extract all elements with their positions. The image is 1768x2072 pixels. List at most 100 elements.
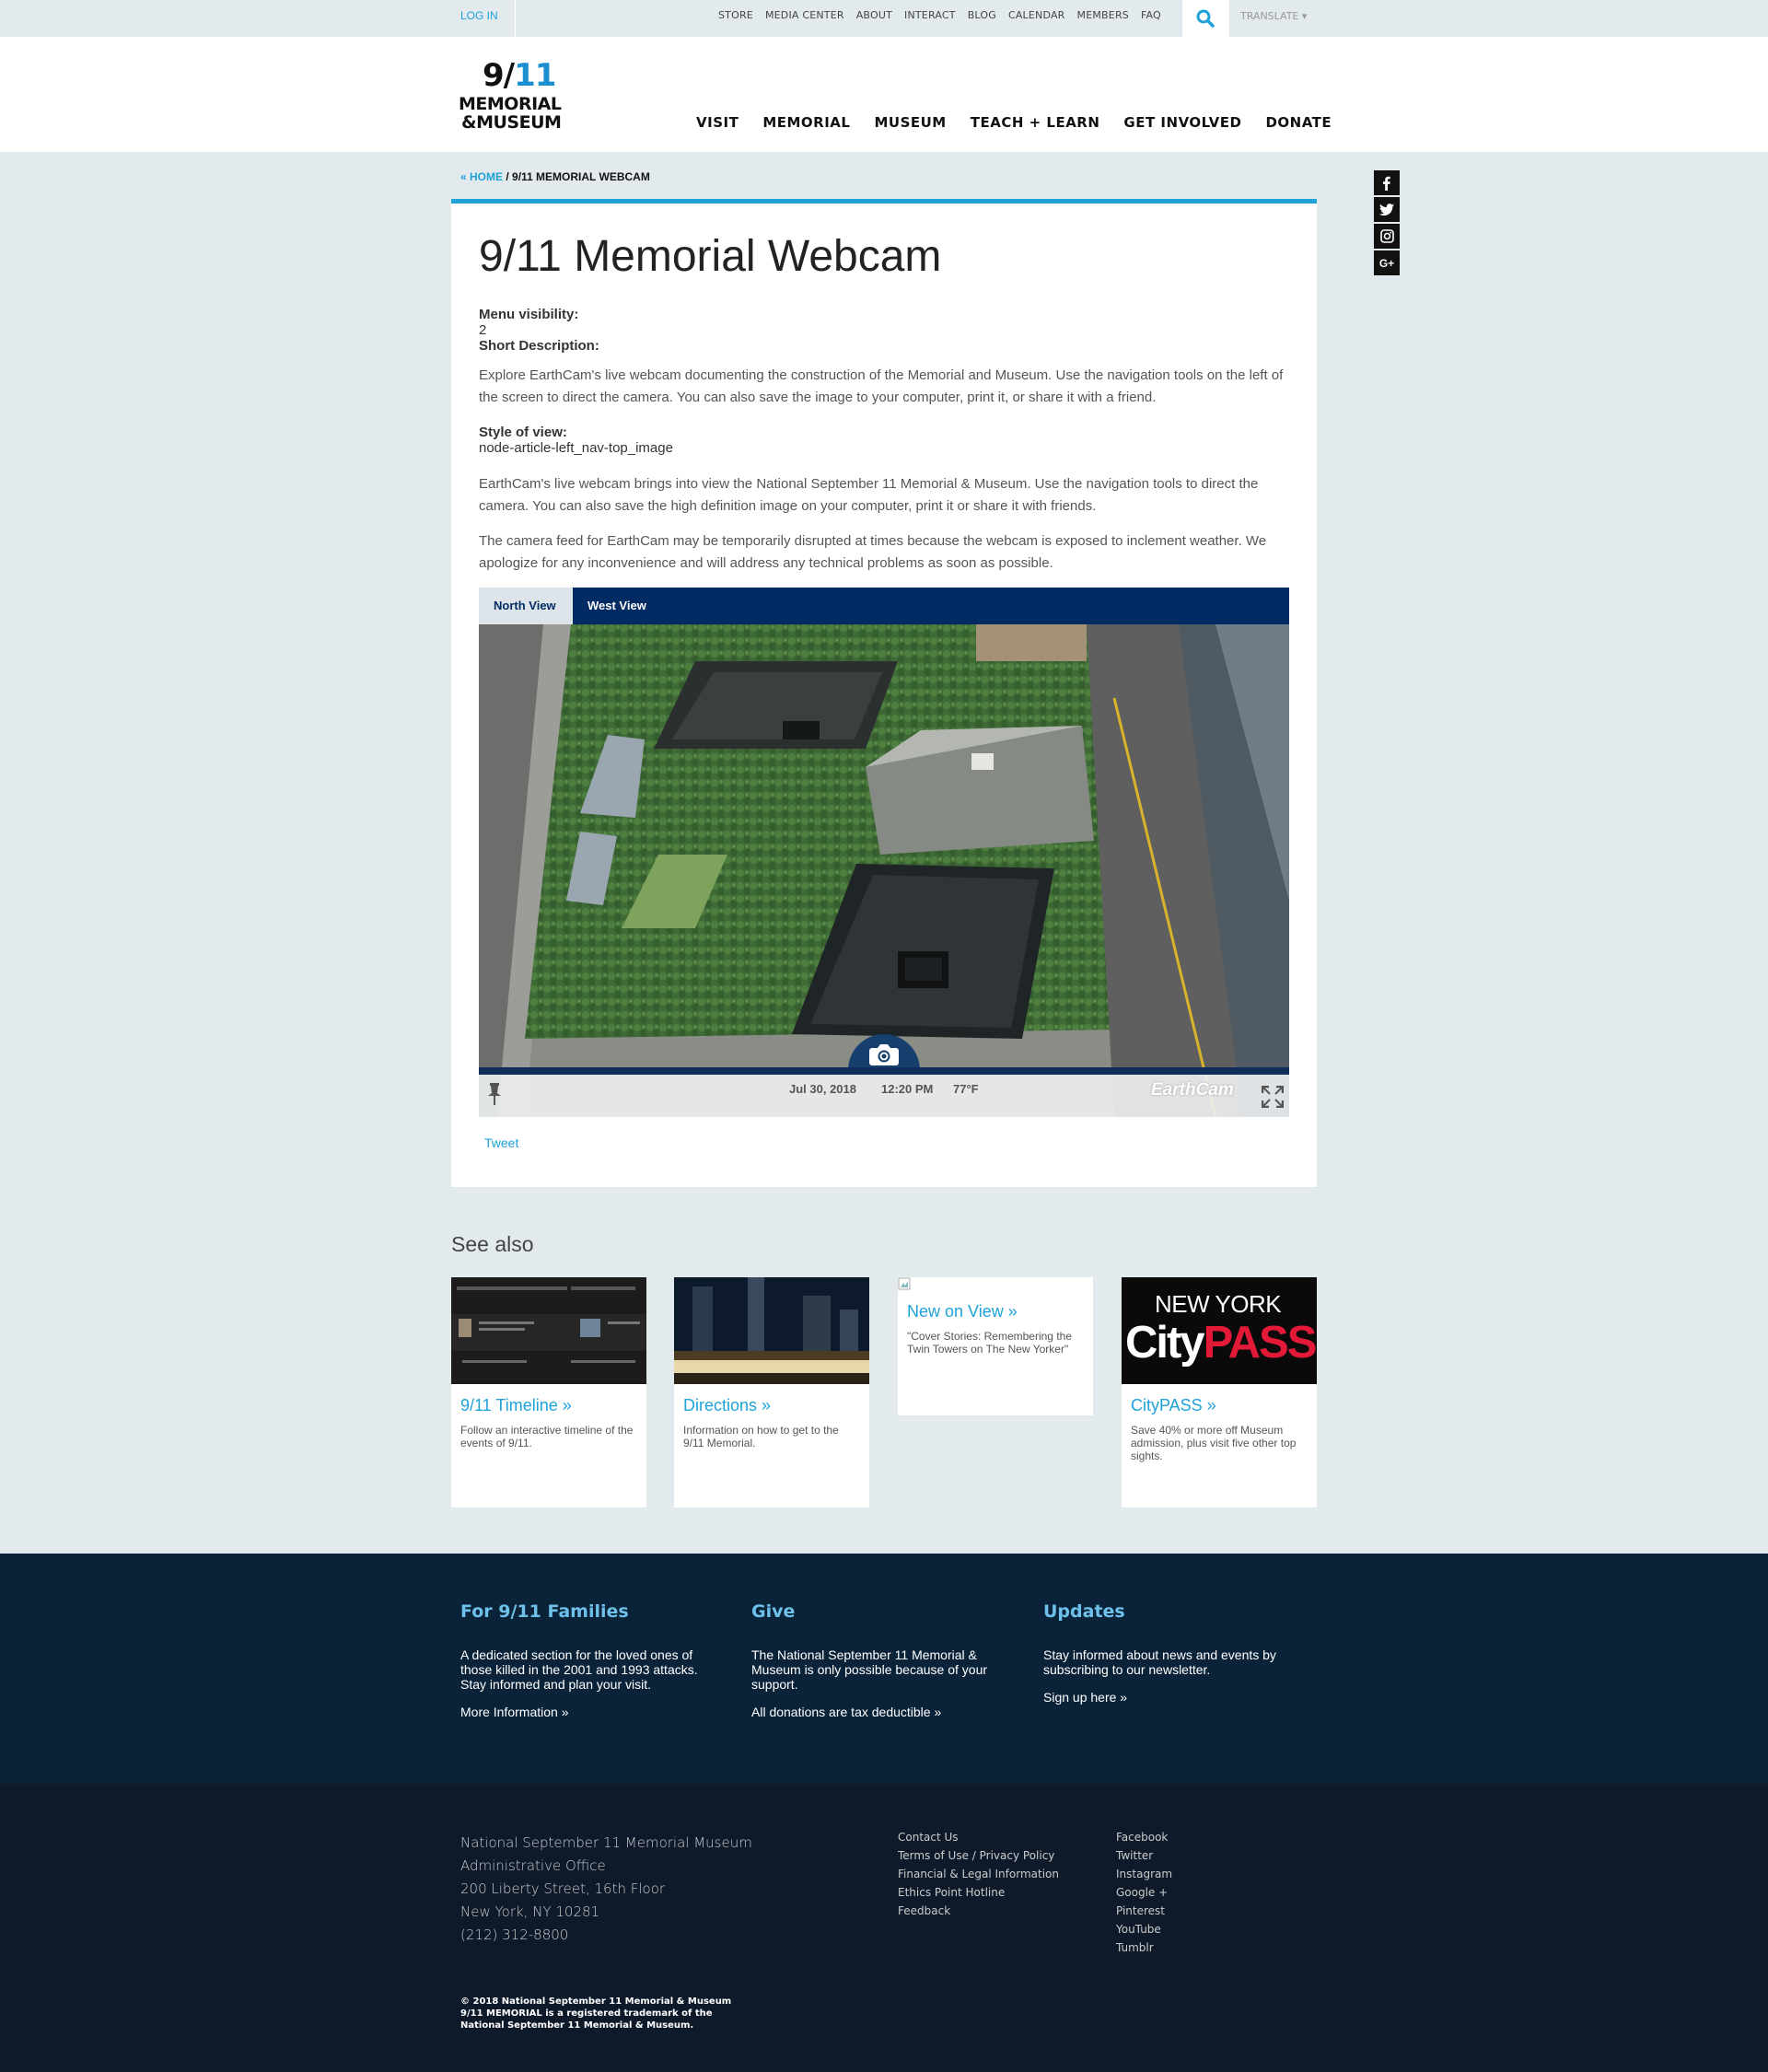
address-line: Administrative Office xyxy=(460,1857,606,1874)
fullscreen-icon[interactable] xyxy=(1262,1086,1284,1108)
timeline-thumbnail xyxy=(451,1277,646,1384)
copyright-line: © 2018 National September 11 Memorial & … xyxy=(460,1996,732,2007)
page-title: 9/11 Memorial Webcam xyxy=(479,232,942,281)
menu-visibility: Menu visibility: 2 Short Description: xyxy=(479,307,1289,354)
webcam-image: Jul 30, 2018 12:20 PM 77°F EarthCam xyxy=(479,624,1289,1117)
main-nav: VISIT MEMORIAL MUSEUM TEACH + LEARN GET … xyxy=(696,114,1332,131)
utility-links: STORE MEDIA CENTER ABOUT INTERACT BLOG C… xyxy=(718,0,1161,37)
footer-link-contact[interactable]: Contact Us xyxy=(898,1828,1059,1846)
breadcrumb-current: 9/11 MEMORIAL WEBCAM xyxy=(512,170,650,183)
nav-visit[interactable]: VISIT xyxy=(696,114,739,131)
see-also-title-citypass[interactable]: CityPASS » xyxy=(1122,1396,1317,1415)
footer-link-give[interactable]: All donations are tax deductible » xyxy=(751,1705,1000,1719)
utility-link-members[interactable]: MEMBERS xyxy=(1077,0,1129,37)
footer-link-ethics[interactable]: Ethics Point Hotline xyxy=(898,1883,1059,1902)
login-link[interactable]: LOG IN xyxy=(451,0,516,37)
see-also-heading: See also xyxy=(451,1232,534,1256)
utility-bar: LOG IN STORE MEDIA CENTER ABOUT INTERACT… xyxy=(0,0,1768,37)
tab-north-view[interactable]: North View xyxy=(479,588,573,624)
footer-text-updates: Stay informed about news and events by s… xyxy=(1043,1647,1276,1677)
footer-link-instagram[interactable]: Instagram xyxy=(1116,1865,1172,1883)
style-of-view-value: node-article-left_nav-top_image xyxy=(479,440,673,456)
nav-teach-learn[interactable]: TEACH + LEARN xyxy=(971,114,1100,131)
address-line: National September 11 Memorial Museum xyxy=(460,1834,752,1851)
footer-title-updates[interactable]: Updates xyxy=(1043,1601,1292,1622)
footer-text-families: A dedicated section for the loved ones o… xyxy=(460,1647,698,1692)
tweet-button[interactable]: Tweet xyxy=(484,1135,518,1150)
footer-links-social: Facebook Twitter Instagram Google + Pint… xyxy=(1116,1828,1172,1957)
pin-icon[interactable] xyxy=(486,1082,503,1106)
nav-memorial[interactable]: MEMORIAL xyxy=(762,114,850,131)
style-of-view-label: Style of view: xyxy=(479,425,567,440)
nav-get-involved[interactable]: GET INVOLVED xyxy=(1123,114,1241,131)
utility-link-about[interactable]: ABOUT xyxy=(856,0,892,37)
camera-icon xyxy=(869,1044,899,1065)
footer-col-families: For 9/11 Families A dedicated section fo… xyxy=(460,1601,709,1719)
utility-link-faq[interactable]: FAQ xyxy=(1141,0,1161,37)
see-also-desc-new-on-view: "Cover Stories: Remembering the Twin Tow… xyxy=(907,1330,1072,1356)
earthcam-logo: EarthCam xyxy=(1151,1080,1234,1100)
footer-link-feedback[interactable]: Feedback xyxy=(898,1902,1059,1920)
see-also-title-directions[interactable]: Directions » xyxy=(674,1396,869,1415)
search-icon xyxy=(1196,9,1215,28)
article-paragraph-1: EarthCam's live webcam brings into view … xyxy=(479,476,1259,514)
nav-donate[interactable]: DONATE xyxy=(1265,114,1332,131)
footer-link-tumblr[interactable]: Tumblr xyxy=(1116,1938,1172,1957)
see-also-title-new-on-view[interactable]: New on View » xyxy=(898,1302,1093,1321)
footer-link-twitter[interactable]: Twitter xyxy=(1116,1846,1172,1865)
twitter-share-button[interactable] xyxy=(1374,197,1400,222)
see-also-card-new-on-view[interactable]: New on View » "Cover Stories: Rememberin… xyxy=(898,1277,1093,1415)
footer-link-facebook[interactable]: Facebook xyxy=(1116,1828,1172,1846)
footer-title-give[interactable]: Give xyxy=(751,1601,1000,1622)
social-share: G+ xyxy=(1374,170,1400,275)
nav-museum[interactable]: MUSEUM xyxy=(874,114,946,131)
webcam-time: 12:20 PM xyxy=(881,1082,934,1096)
twitter-icon xyxy=(1379,203,1394,215)
footer-col-updates: Updates Stay informed about news and eve… xyxy=(1043,1601,1292,1705)
footer-link-youtube[interactable]: YouTube xyxy=(1116,1920,1172,1938)
utility-link-media-center[interactable]: MEDIA CENTER xyxy=(765,0,844,37)
utility-link-store[interactable]: STORE xyxy=(718,0,753,37)
see-also-card-timeline[interactable]: 9/11 Timeline » Follow an interactive ti… xyxy=(451,1277,646,1507)
site-header: 9/11 MEMORIAL &MUSEUM VISIT MEMORIAL MUS… xyxy=(0,37,1768,152)
footer-text-give: The National September 11 Memorial & Mus… xyxy=(751,1647,988,1692)
webcam-info-bar: Jul 30, 2018 12:20 PM 77°F EarthCam xyxy=(479,1075,1289,1117)
logo-text-museum: &MUSEUM xyxy=(461,112,562,133)
see-also-title-timeline[interactable]: 9/11 Timeline » xyxy=(451,1396,646,1415)
footer-link-pinterest[interactable]: Pinterest xyxy=(1116,1902,1172,1920)
see-also-desc-timeline: Follow an interactive timeline of the ev… xyxy=(460,1424,634,1449)
short-description: Explore EarthCam's live webcam documenti… xyxy=(479,367,1284,405)
site-logo[interactable]: 9/11 MEMORIAL &MUSEUM xyxy=(459,60,569,134)
footer-link-financial[interactable]: Financial & Legal Information xyxy=(898,1865,1059,1883)
footer-link-terms[interactable]: Terms of Use / Privacy Policy xyxy=(898,1846,1059,1865)
utility-link-blog[interactable]: BLOG xyxy=(968,0,996,37)
breadcrumb: « HOME / 9/11 MEMORIAL WEBCAM xyxy=(460,170,650,183)
translate-dropdown[interactable]: TRANSLATE ▾ xyxy=(1228,0,1317,37)
footer-title-families[interactable]: For 9/11 Families xyxy=(460,1601,709,1622)
search-button[interactable] xyxy=(1182,0,1228,37)
footer-link-families[interactable]: More Information » xyxy=(460,1705,709,1719)
utility-link-interact[interactable]: INTERACT xyxy=(904,0,956,37)
google-plus-share-button[interactable]: G+ xyxy=(1374,250,1400,275)
instagram-icon xyxy=(1379,229,1394,243)
google-plus-icon: G+ xyxy=(1378,256,1395,270)
article-card: 9/11 Memorial Webcam Menu visibility: 2 … xyxy=(451,199,1317,1187)
instagram-share-button[interactable] xyxy=(1374,224,1400,249)
utility-link-calendar[interactable]: CALENDAR xyxy=(1008,0,1065,37)
tab-west-view[interactable]: West View xyxy=(573,588,661,624)
menu-visibility-value: 2 xyxy=(479,322,487,338)
footer-link-updates[interactable]: Sign up here » xyxy=(1043,1690,1292,1705)
see-also-desc-citypass: Save 40% or more off Museum admission, p… xyxy=(1131,1424,1297,1462)
footer-col-give: Give The National September 11 Memorial … xyxy=(751,1601,1000,1719)
see-also-desc-directions: Information on how to get to the 9/11 Me… xyxy=(683,1424,839,1449)
footer-link-google-plus[interactable]: Google + xyxy=(1116,1883,1172,1902)
see-also-card-citypass[interactable]: NEW YORK CityPASS CityPASS » Save 40% or… xyxy=(1122,1277,1317,1507)
footer-bottom: National September 11 Memorial Museum Ad… xyxy=(0,1784,1768,2072)
directions-thumbnail xyxy=(674,1277,869,1384)
logo-text-memorial: MEMORIAL xyxy=(459,94,562,114)
address-phone: (212) 312-8800 xyxy=(460,1926,569,1943)
breadcrumb-home[interactable]: « HOME xyxy=(460,170,503,183)
facebook-share-button[interactable] xyxy=(1374,170,1400,195)
footer-address: National September 11 Memorial Museum Ad… xyxy=(460,1832,752,1947)
see-also-card-directions[interactable]: Directions » Information on how to get t… xyxy=(674,1277,869,1507)
